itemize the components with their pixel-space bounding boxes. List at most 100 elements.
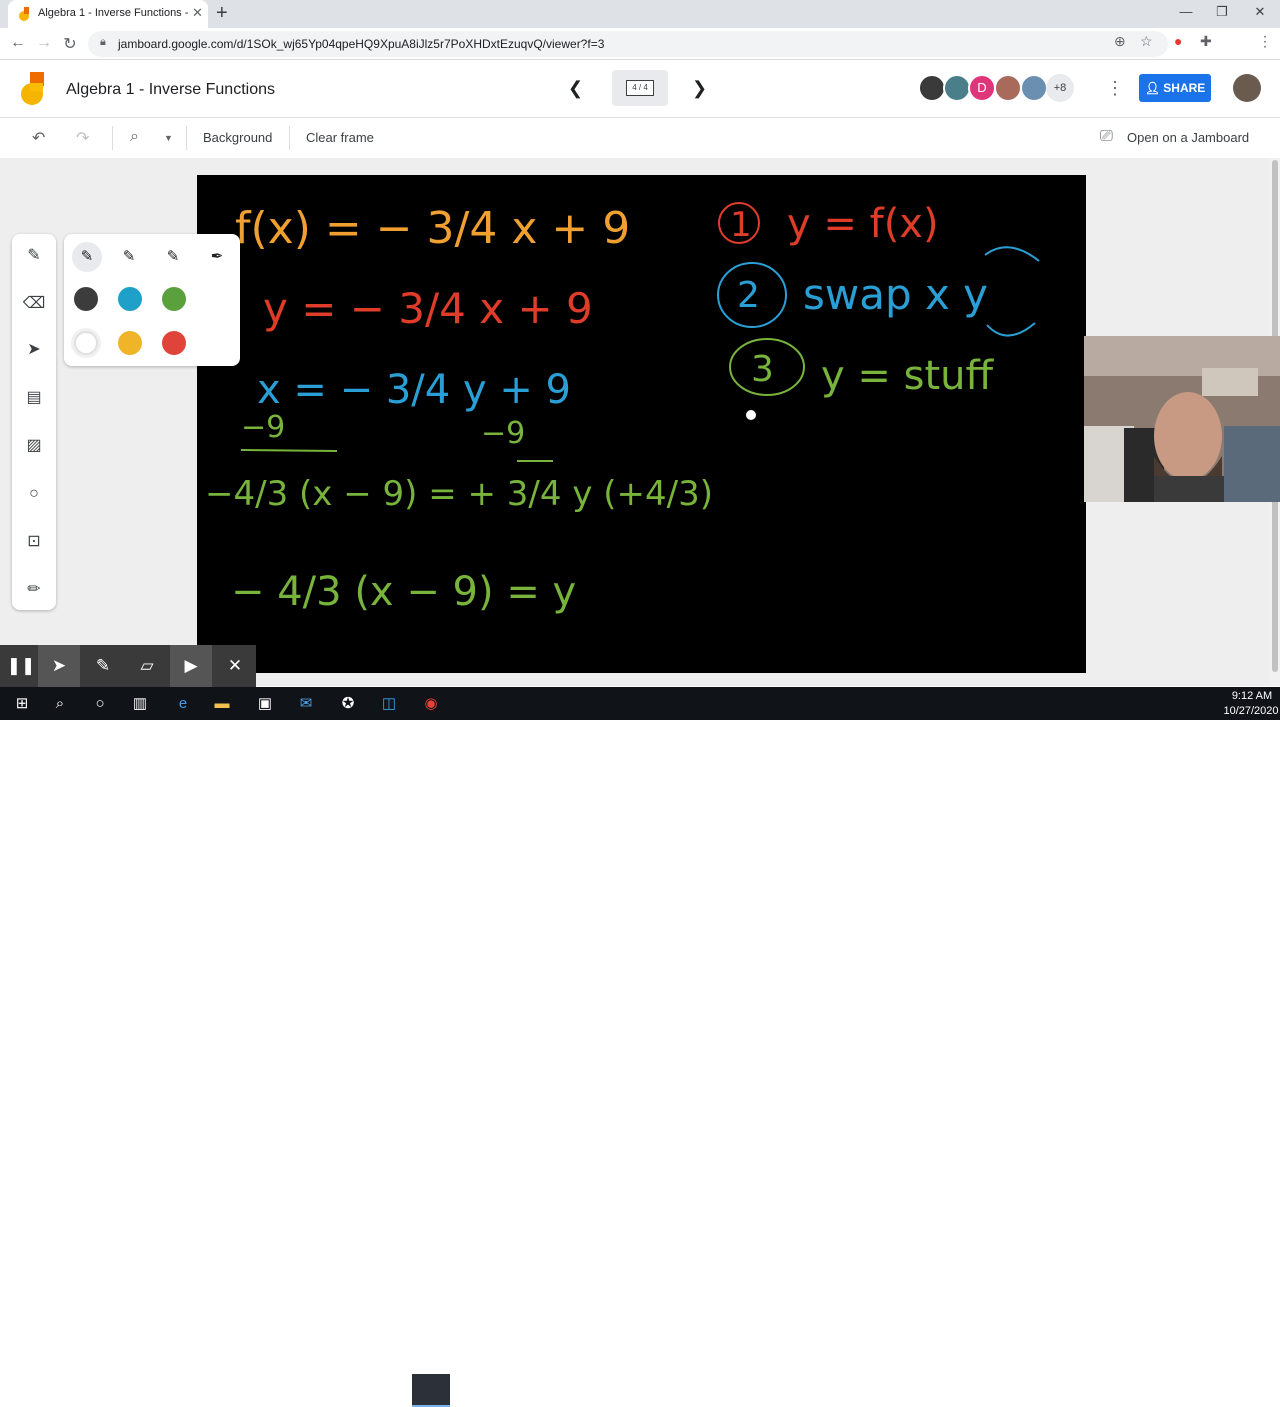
color-swatch-green[interactable] bbox=[162, 287, 186, 311]
undo-icon[interactable]: ↶ bbox=[32, 128, 45, 148]
taskbar-clock-date[interactable]: 10/27/2020 bbox=[1222, 705, 1280, 717]
sticky-note-icon[interactable]: ▤ bbox=[22, 386, 46, 410]
taskbar-clock-time[interactable]: 9:12 AM bbox=[1228, 690, 1276, 702]
next-frame-chevron-icon[interactable]: ❯ bbox=[692, 78, 707, 99]
app-icon[interactable]: ✪ bbox=[338, 694, 358, 714]
window-close-button[interactable]: ✕ bbox=[1250, 4, 1270, 20]
person-add-icon: 👤︎ bbox=[1144, 81, 1160, 95]
zoom-magnifier-icon[interactable]: ⌕ bbox=[130, 128, 139, 146]
text-box-icon[interactable]: ⊡ bbox=[22, 530, 46, 554]
collaborator-avatar-d[interactable]: D bbox=[968, 74, 996, 102]
redo-icon[interactable]: ↷ bbox=[76, 128, 89, 148]
laser-tool-icon[interactable]: ✏ bbox=[22, 578, 46, 602]
recorder-camera-icon[interactable]: ▶ bbox=[170, 645, 212, 687]
add-image-icon[interactable]: ▨ bbox=[22, 434, 46, 458]
tab-close-icon[interactable]: ✕ bbox=[192, 5, 203, 21]
collaborator-avatar[interactable] bbox=[918, 74, 946, 102]
whiteboard-canvas[interactable]: f(x) = − 3/4 x + 9 y = − 3/4 x + 9 x = −… bbox=[197, 175, 1086, 673]
editing-toolbar: ↶ ↷ ⌕ ▼ Background Clear frame ⎚ Open on… bbox=[0, 118, 1280, 158]
task-view-icon[interactable]: ▥ bbox=[130, 694, 150, 714]
y-line: y = − 3/4 x + 9 bbox=[263, 284, 593, 333]
tab-title: Algebra 1 - Inverse Functions - G bbox=[38, 7, 188, 19]
recorder-pen-icon[interactable]: ✎ bbox=[82, 645, 124, 687]
step3-number: 3 bbox=[751, 349, 774, 390]
share-button[interactable]: 👤︎ SHARE bbox=[1139, 74, 1211, 102]
bookmark-star-icon[interactable]: ☆ bbox=[1140, 33, 1153, 50]
clear-frame-button[interactable]: Clear frame bbox=[306, 130, 374, 145]
ink-line-result: − 4/3 (x − 9) = y bbox=[231, 569, 576, 615]
edge-browser-icon[interactable]: e bbox=[173, 694, 193, 714]
extensions-puzzle-icon[interactable]: ✚ bbox=[1200, 33, 1212, 50]
recorder-pointer-icon[interactable]: ➤ bbox=[38, 645, 80, 687]
previous-frame-chevron-icon[interactable]: ❮ bbox=[568, 78, 583, 99]
back-arrow-icon[interactable]: ← bbox=[8, 34, 28, 52]
collaborator-avatar[interactable] bbox=[994, 74, 1022, 102]
extension-record-icon[interactable]: ● bbox=[1174, 33, 1182, 49]
color-swatch-yellow[interactable] bbox=[118, 331, 142, 355]
browser-tab-strip: Algebra 1 - Inverse Functions - G ✕ + — … bbox=[0, 0, 1280, 28]
present-screen-icon[interactable]: ⎚ bbox=[1100, 128, 1113, 146]
taskbar-search-icon[interactable]: ⌕ bbox=[50, 694, 70, 714]
toolbar-divider bbox=[186, 126, 187, 150]
step2-text: swap x y bbox=[803, 270, 988, 319]
more-options-icon[interactable]: ⋮ bbox=[1106, 78, 1124, 99]
zoom-icon[interactable]: ⊕ bbox=[1114, 33, 1126, 50]
step2-number: 2 bbox=[737, 275, 760, 316]
recorder-close-icon[interactable]: ✕ bbox=[214, 645, 256, 687]
eraser-tool-icon[interactable]: ⌫ bbox=[22, 292, 46, 316]
user-avatar[interactable] bbox=[1233, 74, 1261, 102]
step1-number: 1 bbox=[730, 205, 752, 245]
color-swatch-red[interactable] bbox=[162, 331, 186, 355]
open-on-jamboard-button[interactable]: Open on a Jamboard bbox=[1127, 130, 1249, 145]
cortana-circle-icon[interactable]: ○ bbox=[90, 694, 110, 714]
color-swatch-white[interactable] bbox=[74, 331, 98, 355]
pause-recording-icon[interactable]: ❚❚ bbox=[0, 645, 42, 687]
color-swatch-black[interactable] bbox=[74, 287, 98, 311]
chrome-taskbar-button[interactable] bbox=[412, 1374, 450, 1407]
zoom-dropdown-caret-icon[interactable]: ▼ bbox=[164, 133, 173, 143]
new-tab-button[interactable]: + bbox=[216, 2, 228, 25]
collaborator-avatar[interactable] bbox=[1020, 74, 1048, 102]
browser-tab[interactable]: Algebra 1 - Inverse Functions - G ✕ bbox=[8, 0, 208, 28]
step3-text: y = stuff bbox=[821, 353, 994, 399]
swap-arrow-top bbox=[984, 246, 1040, 262]
pen-type-brush-icon[interactable]: ✒ bbox=[202, 242, 232, 272]
window-restore-button[interactable]: ❐ bbox=[1212, 4, 1232, 20]
more-collaborators-badge[interactable]: +8 bbox=[1046, 74, 1074, 102]
ink-line-y: y = − 3/4 x + 9 bbox=[263, 284, 593, 333]
forward-arrow-icon[interactable]: → bbox=[34, 34, 54, 52]
select-arrow-icon[interactable]: ➤ bbox=[22, 338, 46, 362]
reload-icon[interactable]: ↻ bbox=[60, 34, 80, 54]
jamboard-logo-icon bbox=[21, 72, 44, 105]
collaborator-avatar[interactable] bbox=[943, 74, 971, 102]
ink-underline bbox=[240, 449, 338, 452]
x-line: x = − 3/4 y + 9 bbox=[257, 367, 571, 413]
jamboard-favicon-icon bbox=[19, 7, 29, 21]
pen-type-marker-icon[interactable]: ✎ bbox=[72, 242, 102, 272]
windows-start-icon[interactable]: ⊞ bbox=[12, 694, 32, 714]
url-text[interactable]: jamboard.google.com/d/1SOk_wj65Yp04qpeHQ… bbox=[118, 37, 604, 51]
webcam-video-frame bbox=[1084, 336, 1280, 502]
remote-app-icon[interactable]: ◫ bbox=[379, 694, 399, 714]
pen-type-pen-icon[interactable]: ✎ bbox=[114, 242, 144, 272]
background-button[interactable]: Background bbox=[203, 130, 272, 145]
pen-type-highlighter-icon[interactable]: ✎ bbox=[158, 242, 188, 272]
frame-bar-button[interactable]: 4 / 4 bbox=[612, 70, 668, 106]
document-title[interactable]: Algebra 1 - Inverse Functions bbox=[66, 81, 275, 99]
color-swatch-blue[interactable] bbox=[118, 287, 142, 311]
store-bag-icon[interactable]: ▣ bbox=[255, 694, 275, 714]
browser-menu-icon[interactable]: ⋮ bbox=[1258, 33, 1272, 50]
circle-shape-icon[interactable]: ○ bbox=[22, 482, 46, 506]
lock-icon[interactable]: 🔒︎ bbox=[100, 36, 106, 49]
toolbar-divider bbox=[112, 126, 113, 150]
swap-arrow-bottom bbox=[986, 322, 1036, 337]
recorder-highlighter-icon[interactable]: ▱ bbox=[126, 645, 168, 687]
tool-rail: ✎ ⌫ ➤ ▤ ▨ ○ ⊡ ✏ bbox=[12, 234, 56, 610]
pen-tool-icon[interactable]: ✎ bbox=[22, 244, 46, 268]
window-minimize-button[interactable]: — bbox=[1176, 4, 1196, 19]
webcam-overlay bbox=[1084, 336, 1280, 502]
chrome-icon[interactable]: ◉ bbox=[421, 694, 441, 714]
mail-icon[interactable]: ✉ bbox=[296, 694, 316, 714]
file-explorer-icon[interactable]: ▬ bbox=[212, 694, 232, 714]
address-bar[interactable]: 🔒︎ jamboard.google.com/d/1SOk_wj65Yp04qp… bbox=[88, 31, 1168, 57]
